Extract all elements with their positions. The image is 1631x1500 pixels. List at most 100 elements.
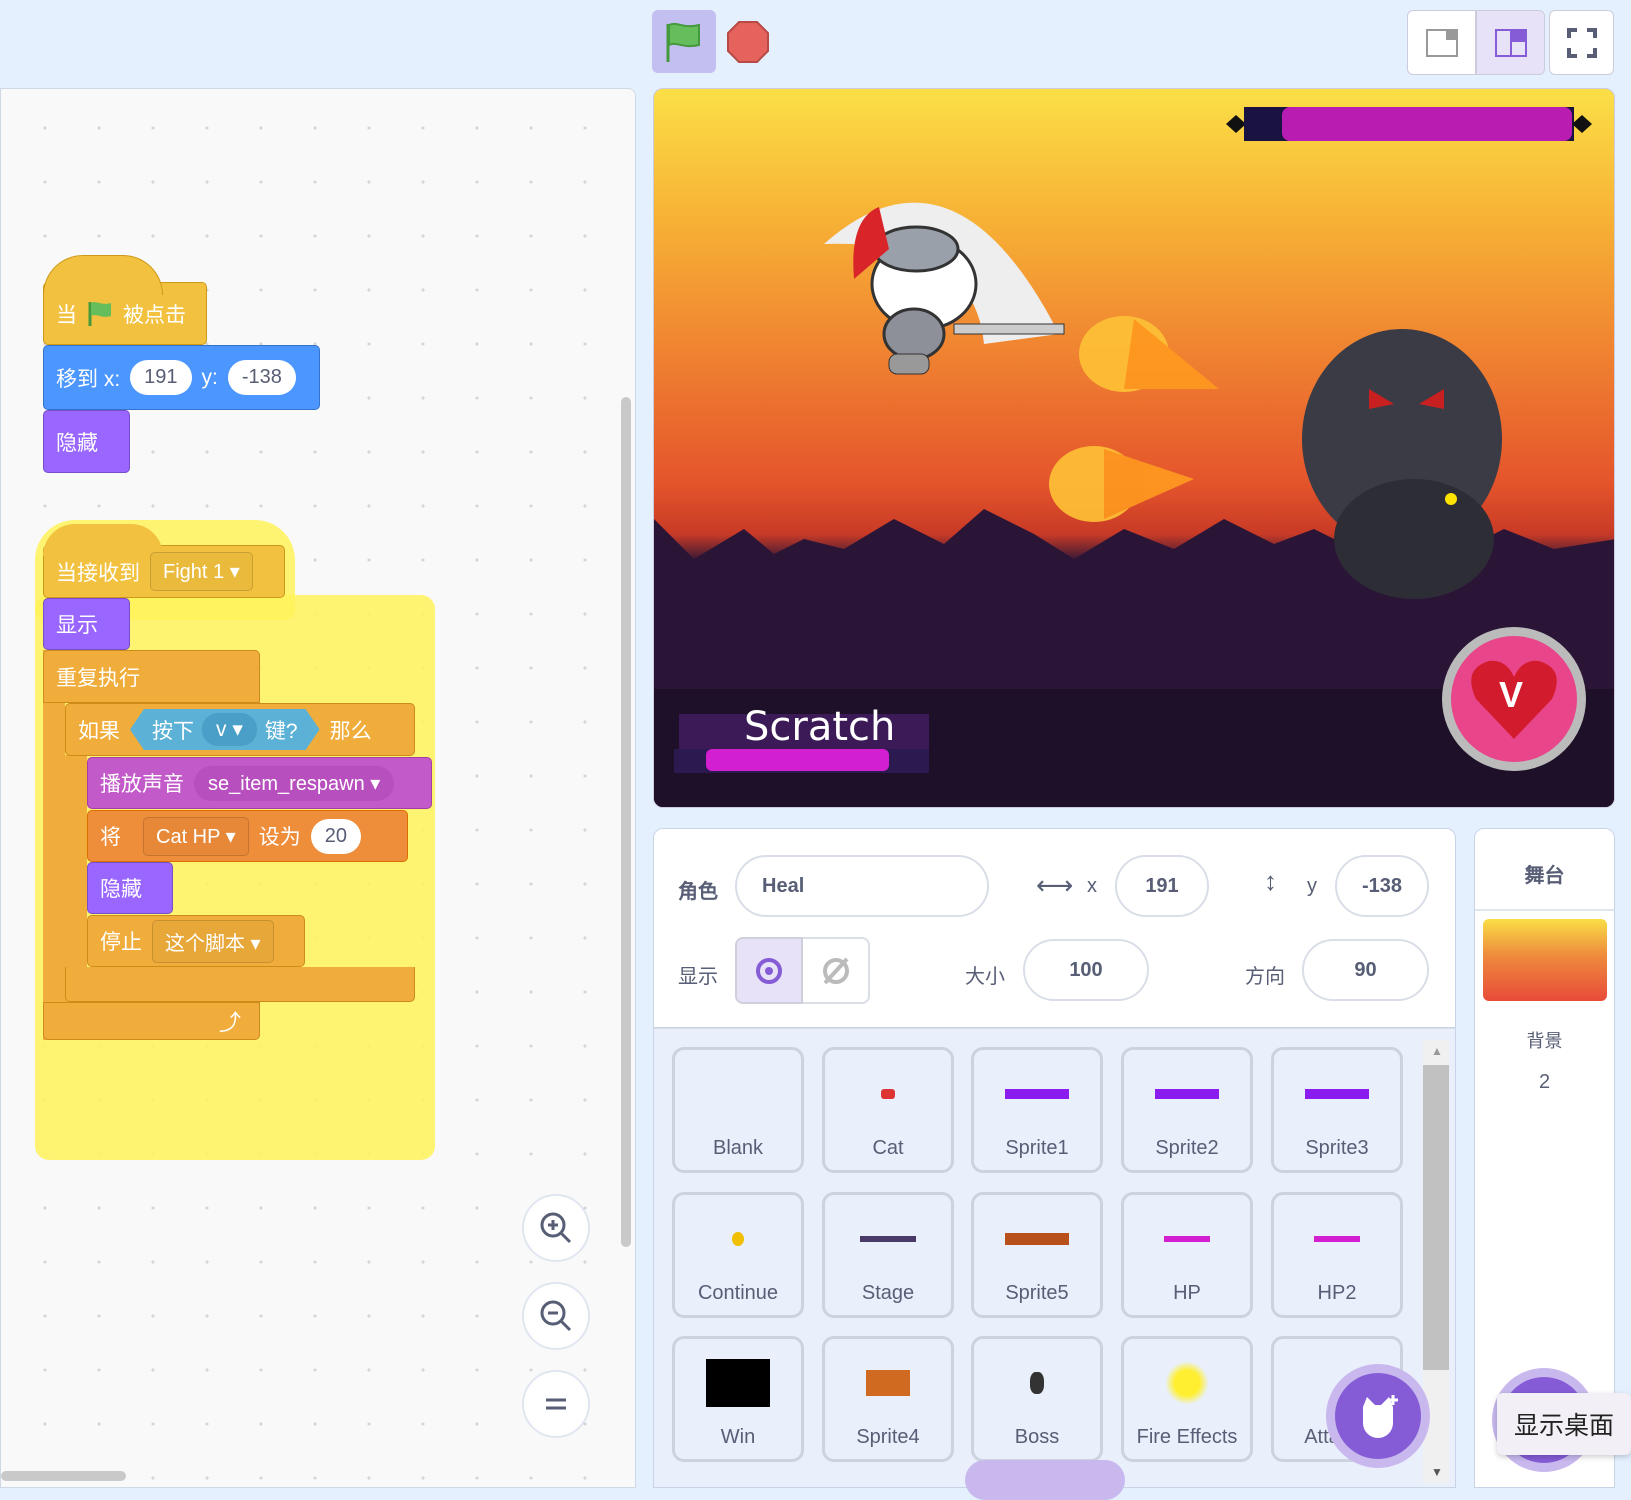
block-text: 隐藏 (100, 878, 142, 901)
scroll-down-arrow[interactable]: ▼ (1431, 1465, 1443, 1479)
block-text: 当接收到 (56, 561, 140, 585)
show-desktop-tooltip: 显示桌面 (1497, 1393, 1631, 1455)
sprite-tile[interactable]: Stage (822, 1192, 954, 1318)
sprite-tile[interactable]: Continue (672, 1192, 804, 1318)
sprite-tile[interactable]: Cat (822, 1047, 954, 1173)
stage-scene (654, 107, 1614, 807)
sprite-thumbnail (1314, 1195, 1360, 1282)
value-input[interactable]: 20 (310, 818, 361, 854)
x-input[interactable]: 191 (130, 360, 192, 395)
sprite-thumbnail (732, 1195, 744, 1282)
zoom-out-button[interactable] (522, 1282, 590, 1350)
field-value: 90 (1354, 958, 1377, 981)
sprite-tile[interactable]: Fire Effects (1121, 1336, 1253, 1462)
stop-block[interactable]: 停止 这个脚本 ▾ (87, 915, 305, 967)
sprite-tile[interactable]: HP (1121, 1192, 1253, 1318)
block-text: 键? (264, 719, 298, 743)
block-text: 隐藏 (56, 431, 98, 455)
dropdown-value: 这个脚本 (165, 932, 245, 955)
choose-sprite-button[interactable] (1326, 1364, 1430, 1468)
block-text: 显示 (56, 614, 98, 637)
sprite-name: Fire Effects (1136, 1426, 1238, 1448)
y-label: y (1307, 875, 1317, 897)
block-text: 播放声音 (100, 773, 184, 796)
sprite-tile[interactable]: Sprite3 (1271, 1047, 1403, 1173)
green-flag-icon (666, 22, 700, 62)
scrollbar-thumb[interactable] (1423, 1065, 1449, 1370)
sprite-thumbnail (1165, 1339, 1209, 1426)
forever-block[interactable]: 重复执行 (43, 650, 260, 703)
small-stage-button[interactable] (1407, 10, 1476, 75)
direction-input[interactable]: 90 (1302, 939, 1429, 1001)
workspace-scrollbar-horizontal[interactable] (1, 1471, 126, 1481)
block-text: 如果 (78, 719, 120, 743)
cat-knight-sprite (824, 202, 1065, 375)
block-text: 设为 (258, 826, 301, 849)
sprite-tile[interactable]: HP2 (1271, 1192, 1403, 1318)
sprite-tile[interactable]: Sprite2 (1121, 1047, 1253, 1173)
scroll-up-arrow[interactable]: ▲ (1431, 1044, 1443, 1058)
sprite-thumbnail (1005, 1195, 1069, 1282)
sprite-thumbnail (1005, 1050, 1069, 1137)
fullscreen-button[interactable] (1549, 10, 1614, 75)
eye-icon (756, 957, 782, 984)
if-then-block[interactable]: 如果 按下 v ▾ 键? 那么 (65, 703, 415, 756)
when-flag-clicked-block[interactable]: 当 被点击 (43, 255, 207, 345)
workspace-scrollbar-vertical[interactable] (621, 397, 631, 1247)
if-block-bottom (65, 967, 415, 1002)
zoom-reset-icon (546, 1398, 566, 1410)
stop-option-dropdown[interactable]: 这个脚本 ▾ (152, 919, 274, 963)
sprite-name: HP2 (1317, 1282, 1357, 1304)
zoom-in-button[interactable] (522, 1194, 590, 1262)
sprite-tile[interactable]: Blank (672, 1047, 804, 1173)
fireball (1049, 446, 1194, 522)
sprite-tile[interactable]: Win (672, 1336, 804, 1462)
large-stage-button[interactable] (1476, 10, 1545, 75)
direction-label: 方向 (1245, 966, 1285, 988)
sprite-name: HP (1173, 1282, 1201, 1304)
show-visible-button[interactable] (735, 937, 803, 1004)
field-value: -138 (1361, 874, 1403, 897)
small-stage-icon (1425, 28, 1458, 57)
go-to-xy-block[interactable]: 移到 x: 191 y: -138 (43, 345, 320, 410)
paint-sprite-button[interactable] (965, 1460, 1125, 1500)
sprite-tile[interactable]: Sprite4 (822, 1336, 954, 1462)
set-variable-block[interactable]: 将 Cat HP ▾ 设为 20 (87, 810, 408, 862)
stop-button[interactable] (726, 20, 770, 64)
when-i-receive-block[interactable]: 当接收到 Fight 1 ▾ (43, 524, 285, 598)
green-flag-button[interactable] (652, 10, 716, 73)
show-block[interactable]: 显示 (43, 598, 130, 650)
zoom-reset-button[interactable] (522, 1370, 590, 1438)
sprite-label: 角色 (678, 881, 718, 903)
sprite-name: Cat (872, 1137, 904, 1159)
sprite-name: Sprite4 (856, 1426, 920, 1448)
key-dropdown[interactable]: v ▾ (202, 713, 257, 746)
message-dropdown[interactable]: Fight 1 ▾ (150, 552, 253, 591)
play-sound-block[interactable]: 播放声音 se_item_respawn ▾ (87, 757, 432, 809)
show-hidden-button[interactable] (803, 937, 870, 1004)
y-input[interactable]: -138 (227, 360, 296, 395)
key-pressed-block[interactable]: 按下 v ▾ 键? (130, 709, 320, 750)
size-input[interactable]: 100 (1023, 939, 1149, 1001)
sprite-name: Win (720, 1426, 756, 1448)
dropdown-value: Fight 1 (163, 561, 225, 583)
stage-canvas[interactable]: Scratch V (653, 88, 1615, 808)
hide-block[interactable]: 隐藏 (87, 862, 173, 914)
sound-dropdown[interactable]: se_item_respawn ▾ (194, 765, 395, 801)
x-label: x (1087, 875, 1097, 897)
fullscreen-icon (1566, 27, 1597, 58)
x-input[interactable]: 191 (1115, 855, 1209, 917)
stage-thumbnail[interactable] (1482, 919, 1607, 1001)
block-text: 当 (56, 303, 77, 327)
variable-dropdown[interactable]: Cat HP ▾ (143, 816, 249, 856)
sprite-name: Boss (1014, 1426, 1060, 1448)
fireball (1079, 316, 1219, 392)
block-text: 移到 x: (56, 367, 121, 391)
y-input[interactable]: -138 (1335, 855, 1429, 917)
sprite-tile[interactable]: Boss (971, 1336, 1103, 1462)
sprite-name-input[interactable]: Heal (735, 855, 989, 917)
hide-block[interactable]: 隐藏 (43, 410, 130, 473)
dropdown-value: v (216, 718, 227, 741)
sprite-tile[interactable]: Sprite1 (971, 1047, 1103, 1173)
sprite-tile[interactable]: Sprite5 (971, 1192, 1103, 1318)
